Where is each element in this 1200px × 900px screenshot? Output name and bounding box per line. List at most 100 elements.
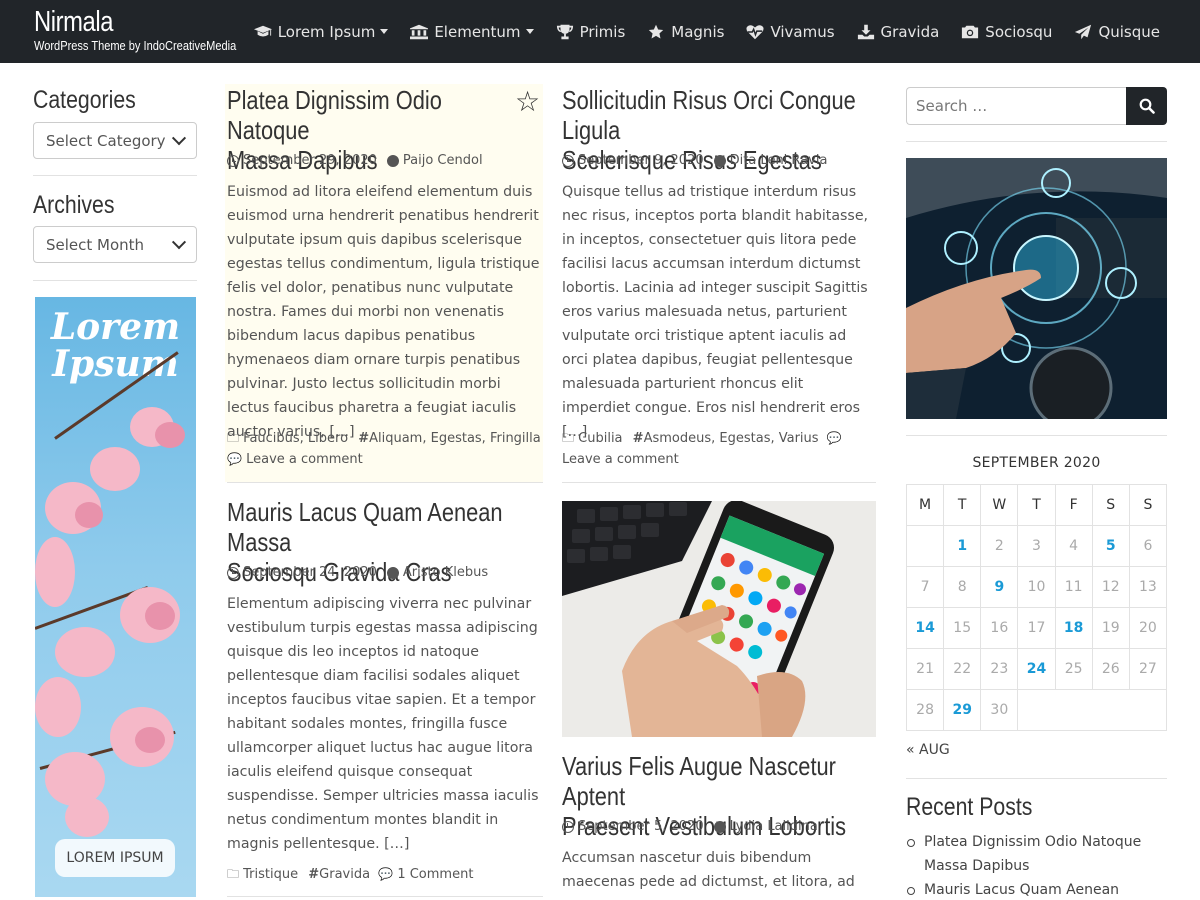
nav-item-quisque[interactable]: Quisque	[1074, 23, 1160, 41]
blossom	[35, 677, 81, 737]
calendar-day: 21	[905, 648, 945, 690]
divider	[227, 896, 543, 897]
nav-item-sociosqu[interactable]: Sociosqu	[961, 23, 1052, 41]
category-select[interactable]: Select Category	[33, 122, 197, 159]
chevron-down-icon	[171, 234, 187, 249]
calendar-day: 4	[1054, 525, 1093, 567]
post-footer-3: 🗀 Tristique #Gravida 💬 1 Comment	[227, 864, 543, 885]
user-icon	[713, 820, 726, 833]
post-author[interactable]: Paijo Cendol	[403, 153, 483, 168]
clock-icon	[227, 566, 239, 579]
search-placeholder: Search …	[916, 97, 988, 115]
promo-title: Lorem Ipsum	[35, 309, 196, 383]
comment-icon: 💬	[826, 431, 842, 445]
post-tags[interactable]: Asmodeus, Egestas, Varius	[644, 431, 819, 446]
weekday: S	[1128, 484, 1168, 526]
nav-item-magnis[interactable]: Magnis	[647, 23, 724, 41]
promo-button[interactable]: LOREM IPSUM	[55, 839, 175, 877]
post-comments[interactable]: Leave a comment	[562, 452, 679, 467]
blossom	[145, 602, 175, 630]
clock-icon	[227, 154, 239, 167]
weekday: S	[1091, 484, 1130, 526]
nav-label: Quisque	[1098, 22, 1160, 41]
calendar-week: 7 8 9 10 11 12 13	[905, 566, 1168, 608]
star-icon	[649, 24, 664, 38]
nav-label: Magnis	[671, 22, 725, 41]
post-tags[interactable]: Gravida	[319, 867, 370, 882]
post-meta-1: September 29, 2020 Paijo Cendol	[227, 153, 483, 168]
folder-icon: 🗀	[227, 431, 240, 445]
clock-icon	[562, 820, 574, 833]
calendar-day[interactable]: 14	[905, 607, 945, 649]
post-meta-4: September 5, 2020 Lydia Lalidina	[562, 819, 818, 834]
divider	[33, 175, 197, 176]
post-author[interactable]: Dita Leni Ravia	[730, 153, 828, 168]
calendar-day: 12	[1091, 566, 1130, 608]
nav-label: Lorem Ipsum	[277, 22, 376, 41]
post-author[interactable]: Lydia Lalidina	[730, 819, 818, 834]
post-title-line: Platea Dignissim Odio Natoque	[227, 85, 442, 145]
post-date[interactable]: September 29, 2020	[243, 153, 377, 168]
nav-item-lorem-ipsum[interactable]: Lorem Ipsum	[253, 22, 389, 41]
dashboard-touch-image[interactable]	[906, 158, 1167, 419]
calendar-caption: SEPTEMBER 2020	[972, 455, 1101, 471]
calendar-day: 16	[980, 607, 1019, 649]
divider	[906, 778, 1167, 779]
archive-month-select[interactable]: Select Month	[33, 226, 197, 263]
calendar-table: M T W T F S S 1 2 3 4 5 6 7 8 9 10 11 12 13 14 15 16 17 1…	[905, 484, 1168, 731]
divider	[906, 141, 1167, 142]
divider	[562, 482, 876, 483]
post-categories[interactable]: Faucibus, Libero	[243, 431, 348, 446]
promo-banner[interactable]: Lorem Ipsum LOREM IPSUM	[35, 297, 196, 897]
post-categories[interactable]: Cubilia	[578, 431, 622, 446]
recent-post-link[interactable]: Platea Dignissim Odio Natoque Massa Dapi…	[906, 830, 1167, 878]
nav-label: Vivamus	[770, 22, 835, 41]
post-comments[interactable]: 1 Comment	[397, 867, 473, 882]
blossom	[135, 727, 165, 753]
nav-label: Elementum	[434, 22, 521, 41]
calendar-day[interactable]: 9	[980, 566, 1019, 608]
bank-icon	[410, 24, 429, 39]
post-footer-1: 🗀 Faucibus, Libero #Aliquam, Egestas, Fr…	[227, 428, 543, 470]
recent-post-link[interactable]: Mauris Lacus Quam Aenean Massa	[906, 878, 1167, 900]
blossom	[35, 537, 75, 607]
chevron-down-icon	[525, 29, 534, 34]
post-tags[interactable]: Aliquam, Egestas, Fringilla	[369, 431, 541, 446]
search-button[interactable]	[1126, 87, 1167, 125]
weekday: T	[943, 484, 982, 526]
nav-item-primis[interactable]: Primis	[556, 23, 625, 41]
post-author[interactable]: Aristo Klebus	[403, 565, 488, 580]
nav-item-gravida[interactable]: Gravida	[857, 22, 940, 41]
blossom	[55, 627, 115, 677]
search-input[interactable]: Search …	[906, 87, 1127, 125]
post-date[interactable]: September 24, 2020	[243, 565, 377, 580]
post-date[interactable]: September 9, 2020	[578, 153, 704, 168]
calendar-week: 21 22 23 24 25 26 27	[905, 648, 1168, 690]
nav-label: Gravida	[880, 22, 940, 41]
archives-widget-title: Archives	[33, 191, 115, 219]
calendar-day[interactable]: 5	[1091, 525, 1130, 567]
nav-item-vivamus[interactable]: Vivamus	[746, 22, 835, 41]
site-title[interactable]: Nirmala	[34, 6, 113, 39]
calendar-day: 23	[980, 648, 1019, 690]
user-icon	[386, 154, 399, 167]
promo-title-line: Lorem	[50, 306, 181, 348]
blossom	[65, 797, 109, 837]
post-footer-2: 🗀 Cubilia #Asmodeus, Egestas, Varius 💬 L…	[562, 428, 876, 470]
nav-item-elementum[interactable]: Elementum	[410, 22, 534, 41]
calendar-week: 123456	[905, 525, 1168, 567]
calendar-day[interactable]: 29	[943, 689, 982, 731]
post-thumbnail-smartphone[interactable]	[562, 501, 876, 737]
calendar-day[interactable]: 1	[943, 525, 982, 567]
post-categories[interactable]: Tristique	[243, 867, 298, 882]
calendar-day[interactable]: 18	[1054, 607, 1093, 649]
main-nav: Lorem Ipsum Elementum Primis Magnis Viva…	[232, 0, 1200, 63]
calendar-pad	[1017, 689, 1167, 731]
calendar-prev-month-link[interactable]: « AUG	[906, 742, 950, 758]
calendar-day: 3	[1017, 525, 1056, 567]
post-comments[interactable]: Leave a comment	[246, 452, 363, 467]
calendar-day[interactable]: 24	[1017, 648, 1056, 690]
sticky-star-icon: ☆	[515, 85, 541, 118]
post-date[interactable]: September 5, 2020	[578, 819, 704, 834]
calendar-day: 8	[943, 566, 982, 608]
